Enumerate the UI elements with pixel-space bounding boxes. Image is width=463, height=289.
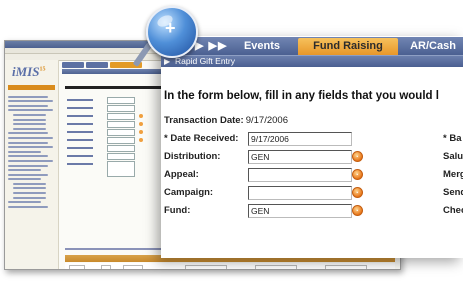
imis-logo: iMIS15 <box>12 64 45 80</box>
sidebar-link[interactable] <box>8 104 48 107</box>
module-tab-bar: ▶ ▶▶ Events Fund Raising AR/Cash <box>181 37 463 55</box>
sidebar-link[interactable] <box>8 141 48 144</box>
sidebar-link[interactable] <box>8 146 53 149</box>
date-received-input[interactable]: 9/17/2006 <box>248 132 352 146</box>
logo-text: iMIS <box>12 64 40 79</box>
right-column-label: Send <box>443 187 463 198</box>
sidebar-link[interactable] <box>8 169 41 172</box>
tab-fund-raising[interactable]: Fund Raising <box>298 38 398 55</box>
form-instruction: In the form below, fill in any fields th… <box>164 90 439 102</box>
right-column-label: Chec <box>443 205 463 216</box>
sidebar-link[interactable] <box>8 201 41 204</box>
sidebar-link[interactable] <box>13 127 46 130</box>
transaction-date-value: 9/17/2006 <box>245 115 288 126</box>
form-row-distribution: Distribution: GEN · Salu <box>164 150 463 164</box>
sidebar-link[interactable] <box>8 132 48 135</box>
tab-events[interactable]: Events <box>229 38 295 55</box>
sidebar-link[interactable] <box>13 192 46 195</box>
sidebar-link[interactable] <box>13 123 46 126</box>
right-column-label: * Ba <box>443 133 462 144</box>
background-question-text <box>65 248 163 250</box>
appeal-input[interactable] <box>248 168 352 182</box>
transaction-date-label: Transaction Date: <box>164 115 244 126</box>
sidebar-link[interactable] <box>8 100 53 103</box>
page-subtitle-bar: ▶ Rapid Gift Entry <box>161 56 463 67</box>
magnified-panel: ▶ ▶▶ Events Fund Raising AR/Cash ▶ Rapid… <box>161 36 463 258</box>
form-row-appeal: Appeal: · Merg <box>164 168 463 182</box>
sidebar-link[interactable] <box>8 155 48 158</box>
sidebar-link-list <box>8 93 55 210</box>
tab-ar-cash[interactable]: AR/Cash <box>402 38 463 55</box>
nav-arrows-icon[interactable]: ▶ ▶▶ <box>195 37 227 55</box>
fund-lookup-icon[interactable]: · <box>352 205 363 216</box>
sidebar-link[interactable] <box>13 182 46 185</box>
campaign-label: Campaign: <box>164 187 214 198</box>
sidebar-link[interactable] <box>8 159 53 162</box>
sidebar-link[interactable] <box>13 196 46 199</box>
campaign-lookup-icon[interactable]: · <box>352 187 363 198</box>
background-sidebar: iMIS15 <box>5 60 59 269</box>
appeal-lookup-icon[interactable]: · <box>352 169 363 180</box>
background-tab[interactable] <box>86 62 108 68</box>
distribution-label: Distribution: <box>164 151 221 162</box>
sidebar-link[interactable] <box>13 118 46 121</box>
sidebar-link[interactable] <box>8 150 41 153</box>
magnifying-glass-icon: + <box>146 6 198 58</box>
arrow-right-icon: ▶ <box>164 57 171 66</box>
zoom-plus-icon: + <box>165 18 176 38</box>
sidebar-section-header <box>8 85 55 90</box>
right-column-label: Salu <box>443 151 463 162</box>
form-row-date-received: * Date Received: 9/17/2006 * Ba <box>164 132 463 146</box>
transaction-date: Transaction Date: 9/17/2006 <box>164 115 288 126</box>
sidebar-link[interactable] <box>13 113 46 116</box>
distribution-lookup-icon[interactable]: · <box>352 151 363 162</box>
form-row-campaign: Campaign: · Send <box>164 186 463 200</box>
sidebar-link[interactable] <box>8 178 41 181</box>
page-subtitle: Rapid Gift Entry <box>175 56 235 66</box>
appeal-label: Appeal: <box>164 169 199 180</box>
sidebar-link[interactable] <box>8 109 53 112</box>
sidebar-link[interactable] <box>8 164 48 167</box>
distribution-input[interactable]: GEN <box>248 150 352 164</box>
form-row-fund: Fund: GEN · Chec <box>164 204 463 218</box>
sidebar-link[interactable] <box>8 205 48 208</box>
sidebar-link[interactable] <box>13 187 46 190</box>
date-received-label: * Date Received: <box>164 133 239 144</box>
background-tab[interactable] <box>62 62 84 68</box>
sidebar-link[interactable] <box>8 136 53 139</box>
right-column-label: Merg <box>443 169 463 180</box>
logo-version: 15 <box>39 66 46 73</box>
sidebar-link[interactable] <box>8 173 48 176</box>
fund-input[interactable]: GEN <box>248 204 352 218</box>
fund-label: Fund: <box>164 205 191 216</box>
background-tab-bar <box>62 62 172 68</box>
background-grid-row[interactable] <box>65 263 395 269</box>
background-instruction <box>65 86 165 89</box>
sidebar-link[interactable] <box>8 95 48 98</box>
campaign-input[interactable] <box>248 186 352 200</box>
